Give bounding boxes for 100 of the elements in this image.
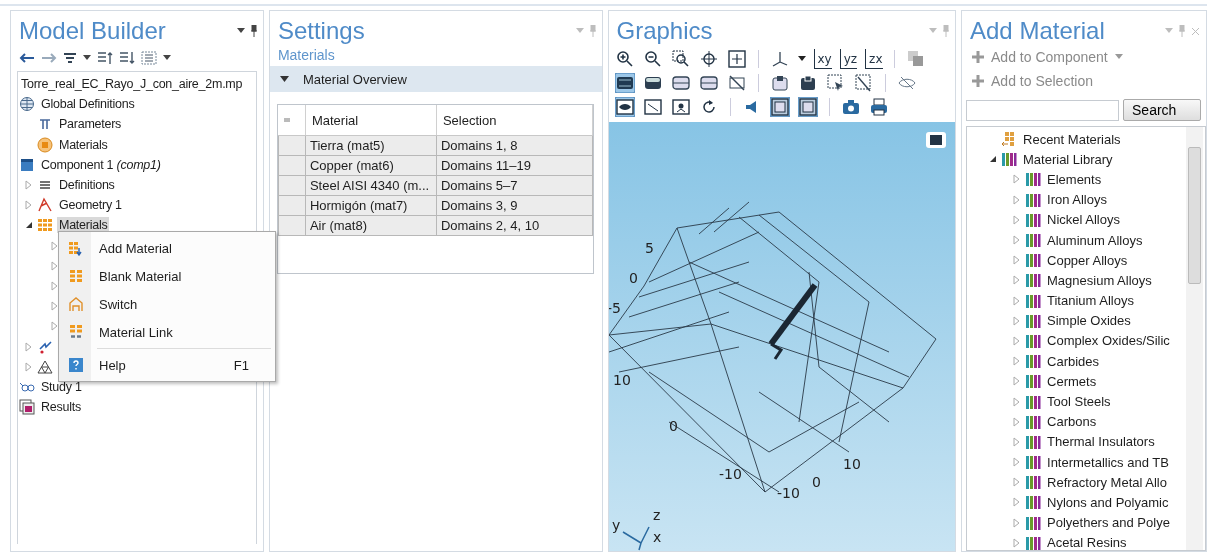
tree-item[interactable]: Simple Oxides — [1045, 312, 1133, 330]
tree-item[interactable]: Polyethers and Polye — [1045, 514, 1172, 532]
scrollbar[interactable] — [1186, 127, 1203, 550]
zoom-in-icon[interactable] — [614, 49, 635, 69]
expand-arrow-icon[interactable] — [1011, 173, 1021, 186]
menu-item[interactable]: Add Material — [59, 234, 275, 262]
sort-up-icon[interactable] — [97, 51, 113, 65]
column-header[interactable]: Selection — [436, 105, 592, 136]
cylinder-icon[interactable] — [698, 73, 719, 93]
expand-arrow-icon[interactable] — [23, 340, 33, 353]
tree-item[interactable]: Titanium Alloys — [1045, 292, 1136, 310]
frame-icon[interactable] — [769, 97, 790, 117]
tree-item[interactable]: Nylons and Polyamic — [1045, 493, 1171, 511]
tree-item[interactable]: Iron Alloys — [1045, 191, 1109, 209]
menu-item[interactable]: Blank Material — [59, 262, 275, 290]
tree-item[interactable]: Cermets — [1045, 372, 1099, 390]
select-cross-icon[interactable] — [853, 73, 874, 93]
frame-icon[interactable] — [797, 97, 818, 117]
expand-arrow-icon[interactable] — [1011, 294, 1021, 307]
tree-item[interactable]: Refractory Metal Allo — [1045, 473, 1169, 491]
view-plane-button[interactable]: xy — [813, 49, 832, 69]
expand-arrow-icon[interactable] — [49, 239, 59, 252]
expand-arrow-icon[interactable] — [1011, 334, 1021, 347]
zoom-extents-icon[interactable] — [726, 49, 747, 69]
tree-item[interactable]: Elements — [1045, 170, 1104, 188]
tree-options-icon[interactable] — [141, 51, 157, 65]
tree-item[interactable]: Tool Steels — [1045, 393, 1113, 411]
select-box-icon[interactable] — [769, 73, 790, 93]
scroll-thumb[interactable] — [1188, 147, 1201, 284]
collapse-arrow-icon[interactable] — [279, 76, 289, 82]
tree-item[interactable]: Nickel Alloys — [1045, 211, 1122, 229]
expand-arrow-icon[interactable] — [1011, 375, 1021, 388]
expand-arrow-icon[interactable] — [49, 279, 59, 292]
expand-arrow-icon[interactable] — [1011, 234, 1021, 247]
expand-arrow-icon[interactable] — [1011, 476, 1021, 489]
caret-icon[interactable] — [236, 28, 245, 34]
caret-icon[interactable] — [83, 55, 91, 61]
expand-arrow-icon[interactable] — [1011, 314, 1021, 327]
crosshair-icon[interactable] — [698, 49, 719, 69]
expand-arrow-icon[interactable] — [1011, 456, 1021, 469]
tree-item[interactable]: Recent Materials — [1021, 130, 1123, 148]
expand-arrow-icon[interactable] — [1011, 516, 1021, 529]
filter-icon[interactable] — [63, 52, 77, 64]
tree-item[interactable]: Materials — [57, 136, 110, 153]
sort-down-icon[interactable] — [119, 51, 135, 65]
forward-arrow-icon[interactable] — [41, 53, 57, 63]
search-button[interactable]: Search — [1123, 99, 1201, 121]
expand-arrow-icon[interactable] — [23, 199, 33, 212]
back-arrow-icon[interactable] — [19, 53, 35, 63]
pin-icon[interactable] — [250, 25, 257, 37]
menu-item[interactable]: Switch — [59, 290, 275, 318]
expand-arrow-icon[interactable] — [49, 259, 59, 272]
tree-item[interactable]: Copper Alloys — [1045, 251, 1130, 269]
tree-item[interactable]: Complex Oxides/Silic — [1045, 332, 1172, 350]
tree-item[interactable]: Torre_real_EC_Rayo_J_con_aire_2m.mp — [19, 76, 245, 93]
tree-item[interactable]: Material Library — [1021, 150, 1115, 168]
camera-icon[interactable] — [840, 97, 861, 117]
window-figure-icon[interactable] — [670, 97, 691, 117]
tree-item[interactable]: Study 1 — [39, 378, 84, 395]
tree-item[interactable]: Component 1 (comp1) — [39, 156, 163, 173]
grip-icon[interactable] — [284, 116, 293, 123]
tree-item[interactable]: Global Definitions — [39, 96, 137, 113]
tree-item[interactable]: Geometry 1 — [57, 197, 124, 214]
tree-item[interactable]: Carbides — [1045, 352, 1102, 370]
menu-item[interactable]: Help F1 — [59, 351, 275, 379]
expand-arrow-icon[interactable] — [1011, 496, 1021, 509]
tree-item[interactable]: Acetal Resins — [1045, 534, 1129, 550]
printer-icon[interactable] — [868, 97, 889, 117]
tree-item[interactable]: Thermal Insulators — [1045, 433, 1157, 451]
menu-item[interactable]: Material Link — [59, 318, 275, 346]
expand-arrow-icon[interactable] — [1011, 254, 1021, 267]
expand-arrow-icon[interactable] — [49, 320, 59, 333]
window-hidden-icon[interactable] — [642, 97, 663, 117]
close-icon[interactable] — [1191, 26, 1200, 36]
expand-arrow-icon[interactable] — [1011, 193, 1021, 206]
screen-icon[interactable] — [925, 132, 946, 148]
zoom-box-icon[interactable] — [670, 49, 691, 69]
expand-arrow-icon[interactable] — [49, 300, 59, 313]
solid-view-icon[interactable] — [614, 73, 635, 93]
tree-item[interactable]: Parameters — [57, 116, 124, 133]
expand-arrow-icon[interactable] — [23, 360, 33, 373]
expand-arrow-icon[interactable] — [1011, 435, 1021, 448]
expand-arrow-icon[interactable] — [1011, 274, 1021, 287]
search-field[interactable] — [966, 99, 1119, 121]
caret-icon[interactable] — [163, 55, 171, 61]
expand-arrow-icon[interactable] — [1011, 355, 1021, 368]
expand-arrow-icon[interactable] — [23, 179, 33, 192]
expand-arrow-icon[interactable] — [1011, 395, 1021, 408]
tree-item[interactable]: Aluminum Alloys — [1045, 231, 1145, 249]
expand-arrow-icon[interactable] — [1011, 536, 1021, 549]
tree-item[interactable]: Intermetallics and TB — [1045, 453, 1171, 471]
window-eye-icon[interactable] — [614, 97, 635, 117]
zoom-out-icon[interactable] — [642, 49, 663, 69]
caret-icon[interactable] — [797, 56, 806, 62]
expand-arrow-icon[interactable] — [1011, 213, 1021, 226]
layers-icon[interactable] — [905, 49, 926, 69]
column-header[interactable]: Material — [305, 105, 437, 136]
hidden-view-icon[interactable] — [726, 73, 747, 93]
view-plane-button[interactable]: zx — [865, 49, 883, 69]
tree-item[interactable]: Definitions — [57, 177, 117, 194]
